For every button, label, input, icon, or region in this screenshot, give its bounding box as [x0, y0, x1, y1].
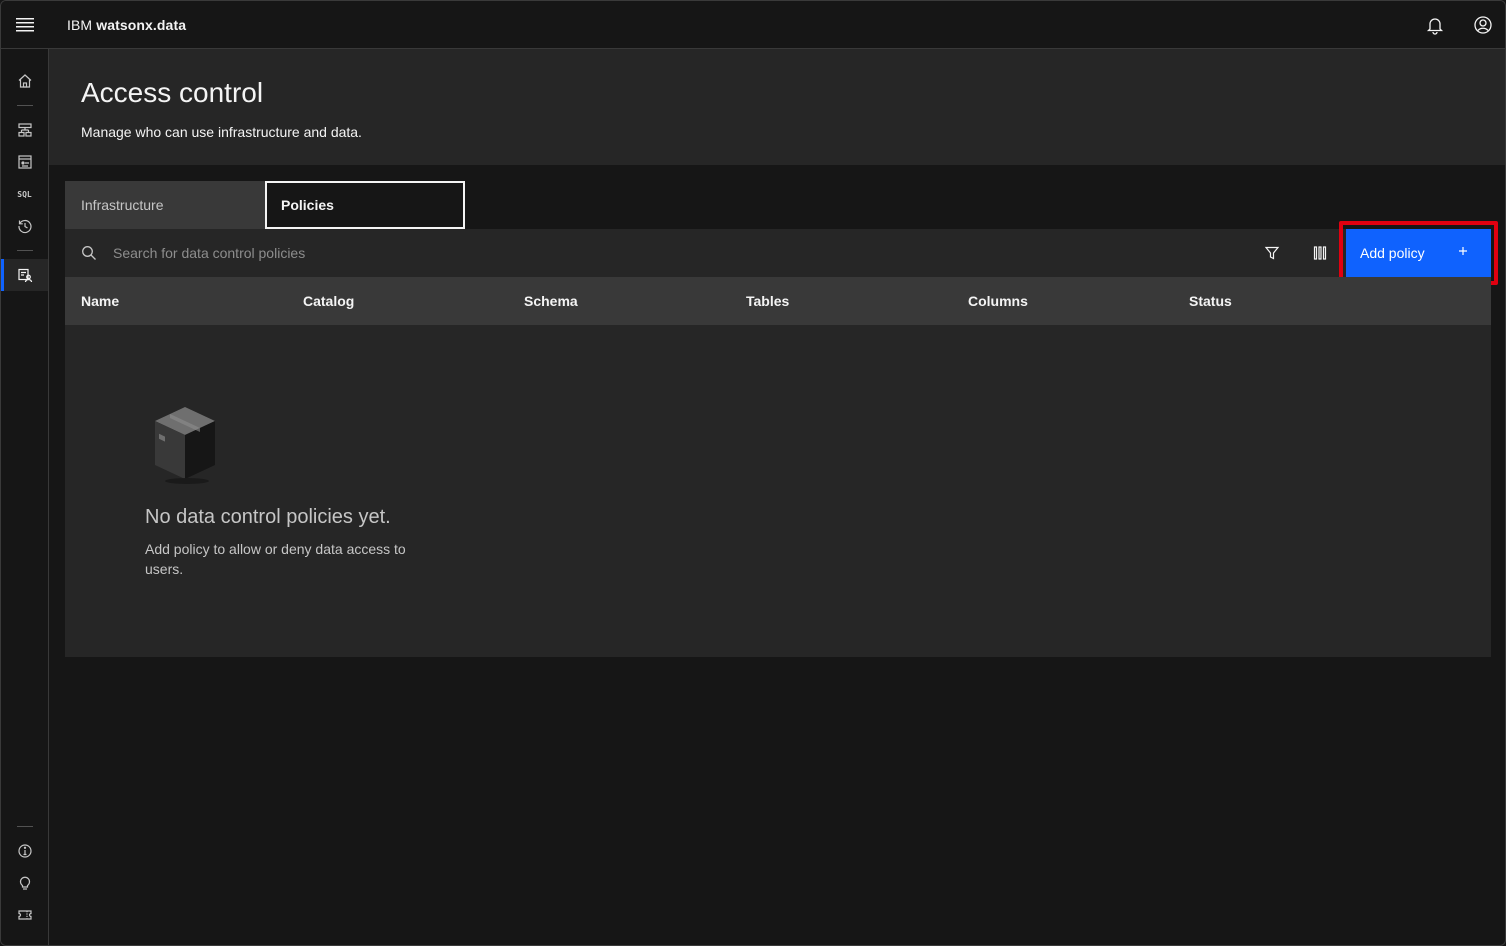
search-icon: [81, 245, 97, 261]
page-subtitle: Manage who can use infrastructure and da…: [81, 124, 362, 140]
sql-label: SQL: [17, 189, 32, 199]
add-policy-label: Add policy: [1360, 245, 1425, 261]
home-icon[interactable]: [1, 65, 48, 97]
notification-icon[interactable]: [1411, 1, 1459, 49]
column-header-tables[interactable]: Tables: [746, 277, 789, 325]
app-window: IBM watsonx.data SQL Access control Mana…: [0, 0, 1506, 946]
page-title: Access control: [81, 77, 264, 108]
product-name[interactable]: IBM watsonx.data: [67, 17, 186, 33]
info-icon[interactable]: [1, 835, 48, 867]
lightbulb-icon[interactable]: [1, 867, 48, 899]
search-input[interactable]: [113, 229, 1213, 277]
page-header: Access control Manage who can use infras…: [49, 49, 1505, 165]
data-manager-icon[interactable]: [1, 146, 48, 178]
empty-state-description: Add policy to allow or deny data access …: [145, 541, 406, 577]
menu-icon[interactable]: [1, 1, 49, 49]
rail-divider: [17, 250, 33, 251]
access-control-icon[interactable]: [1, 259, 48, 291]
column-header-columns[interactable]: Columns: [968, 277, 1028, 325]
tab-label: Policies: [281, 197, 334, 213]
column-header-status[interactable]: Status: [1189, 277, 1232, 325]
rail-divider: [17, 105, 33, 106]
rail-divider: [17, 826, 33, 827]
tab-infrastructure[interactable]: Infrastructure: [65, 181, 265, 229]
column-header-schema[interactable]: Schema: [524, 277, 578, 325]
table-header-row: Name Catalog Schema Tables Columns Statu…: [65, 277, 1491, 325]
top-header: IBM watsonx.data: [1, 1, 1505, 49]
user-profile-icon[interactable]: [1459, 1, 1505, 49]
brand-name: watsonx.data: [96, 16, 187, 33]
ticket-icon[interactable]: [1, 899, 48, 931]
column-header-catalog[interactable]: Catalog: [303, 277, 354, 325]
filter-icon[interactable]: [1248, 229, 1296, 277]
add-icon: [1455, 243, 1471, 259]
side-navigation-rail: SQL: [1, 49, 49, 945]
tab-policies[interactable]: Policies: [265, 181, 465, 229]
add-policy-button[interactable]: Add policy: [1346, 229, 1491, 277]
sql-icon[interactable]: SQL: [1, 178, 48, 210]
tab-label: Infrastructure: [81, 197, 164, 213]
empty-box-icon: [153, 405, 217, 485]
empty-state: No data control policies yet. Add policy…: [65, 325, 1491, 657]
empty-state-title: No data control policies yet.: [145, 506, 391, 528]
brand-prefix: IBM: [67, 16, 93, 33]
column-header-name[interactable]: Name: [81, 277, 119, 325]
history-icon[interactable]: [1, 210, 48, 242]
infrastructure-icon[interactable]: [1, 114, 48, 146]
table-toolbar: Add policy: [65, 229, 1491, 277]
column-settings-icon[interactable]: [1296, 229, 1344, 277]
